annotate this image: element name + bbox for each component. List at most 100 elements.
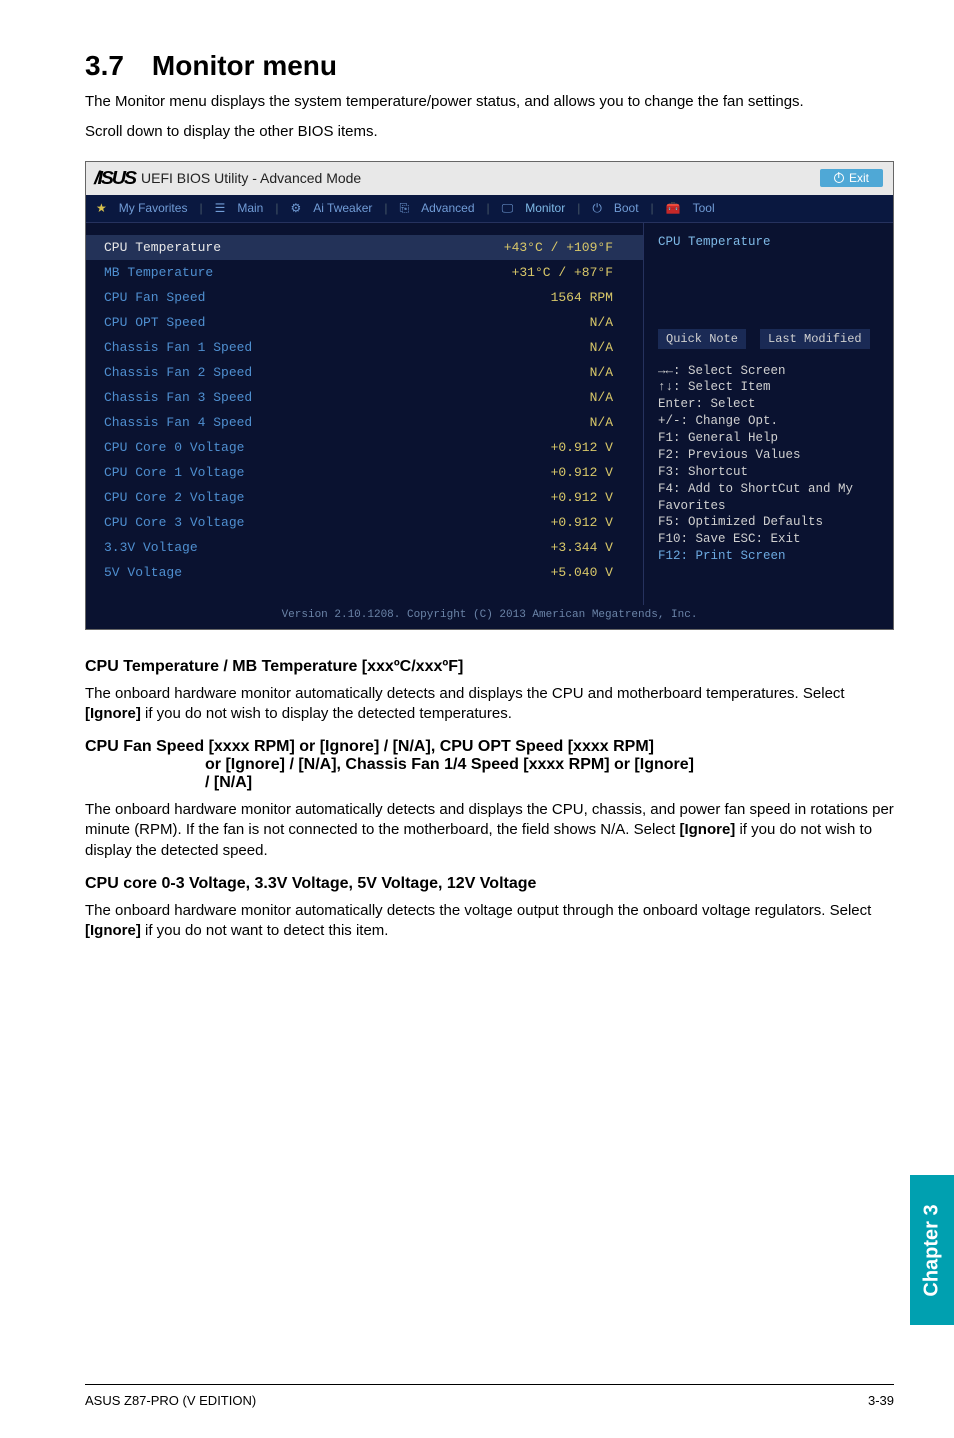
intro-text-1: The Monitor menu displays the system tem… [85,92,894,112]
row-label: 3.3V Voltage [104,540,198,555]
bios-row-core3[interactable]: CPU Core 3 Voltage +0.912 V [86,510,643,535]
footer-product: ASUS Z87-PRO (V EDITION) [85,1393,256,1408]
bios-row-core0[interactable]: CPU Core 0 Voltage +0.912 V [86,435,643,460]
bios-row-chassis4[interactable]: Chassis Fan 4 Speed N/A [86,410,643,435]
row-value: +43°C / +109°F [504,240,613,255]
side-tab-label: Chapter 3 [921,1204,944,1296]
bios-row-chassis3[interactable]: Chassis Fan 3 Speed N/A [86,385,643,410]
right-panel-heading: CPU Temperature [658,235,881,249]
bios-row-chassis1[interactable]: Chassis Fan 1 Speed N/A [86,335,643,360]
text: The onboard hardware monitor automatical… [85,685,845,702]
row-value: 1564 RPM [551,290,613,305]
row-value: +0.912 V [551,465,613,480]
row-value: N/A [590,340,613,355]
footer-page-number: 3-39 [868,1393,894,1408]
tab-tool-icon: 🧰 [666,201,681,215]
paragraph: The onboard hardware monitor automatical… [85,901,894,942]
bold-text: [Ignore] [85,922,141,939]
row-label: CPU OPT Speed [104,315,205,330]
tab-monitor[interactable]: Monitor [525,201,565,215]
row-label: CPU Core 1 Voltage [104,465,244,480]
row-label: CPU Temperature [104,240,221,255]
bios-utility-title: UEFI BIOS Utility - Advanced Mode [141,170,361,186]
help-line: F1: General Help [658,430,881,447]
bios-tabs: ★ My Favorites| ☰ Main| ⚙ Ai Tweaker| ⎘ … [86,195,893,223]
text: The onboard hardware monitor automatical… [85,902,871,919]
help-line: F12: Print Screen [658,548,881,565]
tab-main[interactable]: Main [237,201,263,215]
bios-version-footer: Version 2.10.1208. Copyright (C) 2013 Am… [86,605,893,629]
row-value: N/A [590,315,613,330]
subheading-cpu-mb-temp: CPU Temperature / MB Temperature [xxxºC/… [85,658,894,676]
last-modified-button[interactable]: Last Modified [760,329,870,349]
paragraph: The onboard hardware monitor automatical… [85,684,894,725]
bios-row-core1[interactable]: CPU Core 1 Voltage +0.912 V [86,460,643,485]
row-value: +0.912 V [551,440,613,455]
row-value: N/A [590,415,613,430]
intro-text-2: Scroll down to display the other BIOS it… [85,122,894,142]
tab-monitor-icon: 🖵 [502,201,514,216]
bios-right-panel: CPU Temperature Quick Note Last Modified… [643,223,893,605]
power-icon [834,173,844,183]
paragraph: The onboard hardware monitor automatical… [85,800,894,861]
bios-row-mb-temp[interactable]: MB Temperature +31°C / +87°F [86,260,643,285]
help-line: F5: Optimized Defaults [658,514,881,531]
section-heading: 3.7 Monitor menu [85,50,894,82]
row-label: Chassis Fan 3 Speed [104,390,252,405]
help-line: +/-: Change Opt. [658,413,881,430]
heading-line: or [Ignore] / [N/A], Chassis Fan 1/4 Spe… [85,756,894,774]
row-value: N/A [590,390,613,405]
bios-row-5v[interactable]: 5V Voltage +5.040 V [86,560,643,585]
row-value: +31°C / +87°F [512,265,613,280]
tab-aituner[interactable]: Ai Tweaker [313,201,372,215]
bios-screenshot: /ISUS UEFI BIOS Utility - Advanced Mode … [85,161,894,630]
tab-favorites[interactable]: My Favorites [119,201,188,215]
bios-row-3v3[interactable]: 3.3V Voltage +3.344 V [86,535,643,560]
row-value: +3.344 V [551,540,613,555]
row-value: +5.040 V [551,565,613,580]
bios-row-cpu-fan[interactable]: CPU Fan Speed 1564 RPM [86,285,643,310]
row-label: CPU Core 3 Voltage [104,515,244,530]
help-line: F2: Previous Values [658,447,881,464]
subheading-voltage: CPU core 0-3 Voltage, 3.3V Voltage, 5V V… [85,875,894,893]
row-label: CPU Core 2 Voltage [104,490,244,505]
quick-note-button[interactable]: Quick Note [658,329,746,349]
row-label: Chassis Fan 1 Speed [104,340,252,355]
tab-boot-icon: ⏻ [592,201,602,216]
row-label: Chassis Fan 2 Speed [104,365,252,380]
asus-logo: /ISUS [94,168,135,189]
row-label: CPU Core 0 Voltage [104,440,244,455]
exit-label: Exit [849,171,869,185]
bold-text: [Ignore] [679,821,735,838]
tab-tool[interactable]: Tool [693,201,715,215]
tab-advanced-icon: ⎘ [400,201,410,216]
heading-line: CPU Fan Speed [xxxx RPM] or [Ignore] / [… [85,738,654,755]
subheading-fan-speed: CPU Fan Speed [xxxx RPM] or [Ignore] / [… [85,738,894,792]
help-line: Enter: Select [658,396,881,413]
bios-titlebar: /ISUS UEFI BIOS Utility - Advanced Mode … [86,162,893,195]
row-label: MB Temperature [104,265,213,280]
help-line: F10: Save ESC: Exit [658,531,881,548]
tab-main-icon: ☰ [215,201,226,215]
bios-row-cpu-temp[interactable]: CPU Temperature +43°C / +109°F [86,235,643,260]
text: if you do not wish to display the detect… [141,705,512,722]
tab-boot[interactable]: Boot [614,201,639,215]
row-value: +0.912 V [551,515,613,530]
bios-row-core2[interactable]: CPU Core 2 Voltage+0.912 V [86,485,643,510]
star-icon: ★ [96,201,107,215]
page-footer: ASUS Z87-PRO (V EDITION) 3-39 [85,1384,894,1408]
exit-button[interactable]: Exit [820,169,883,187]
help-line: ↑↓: Select Item [658,379,881,396]
help-line: F3: Shortcut [658,464,881,481]
tab-advanced[interactable]: Advanced [421,201,474,215]
tab-aituner-icon: ⚙ [290,201,301,215]
heading-line: / [N/A] [85,774,894,792]
row-label: Chassis Fan 4 Speed [104,415,252,430]
bios-row-chassis2[interactable]: Chassis Fan 2 SpeedN/A [86,360,643,385]
row-label: 5V Voltage [104,565,182,580]
bios-list: CPU Temperature +43°C / +109°F MB Tempera… [86,223,643,605]
bios-row-cpu-opt[interactable]: CPU OPT Speed N/A [86,310,643,335]
help-line: →←: Select Screen [658,363,881,380]
help-text: →←: Select Screen ↑↓: Select Item Enter:… [658,363,881,566]
row-label: CPU Fan Speed [104,290,205,305]
